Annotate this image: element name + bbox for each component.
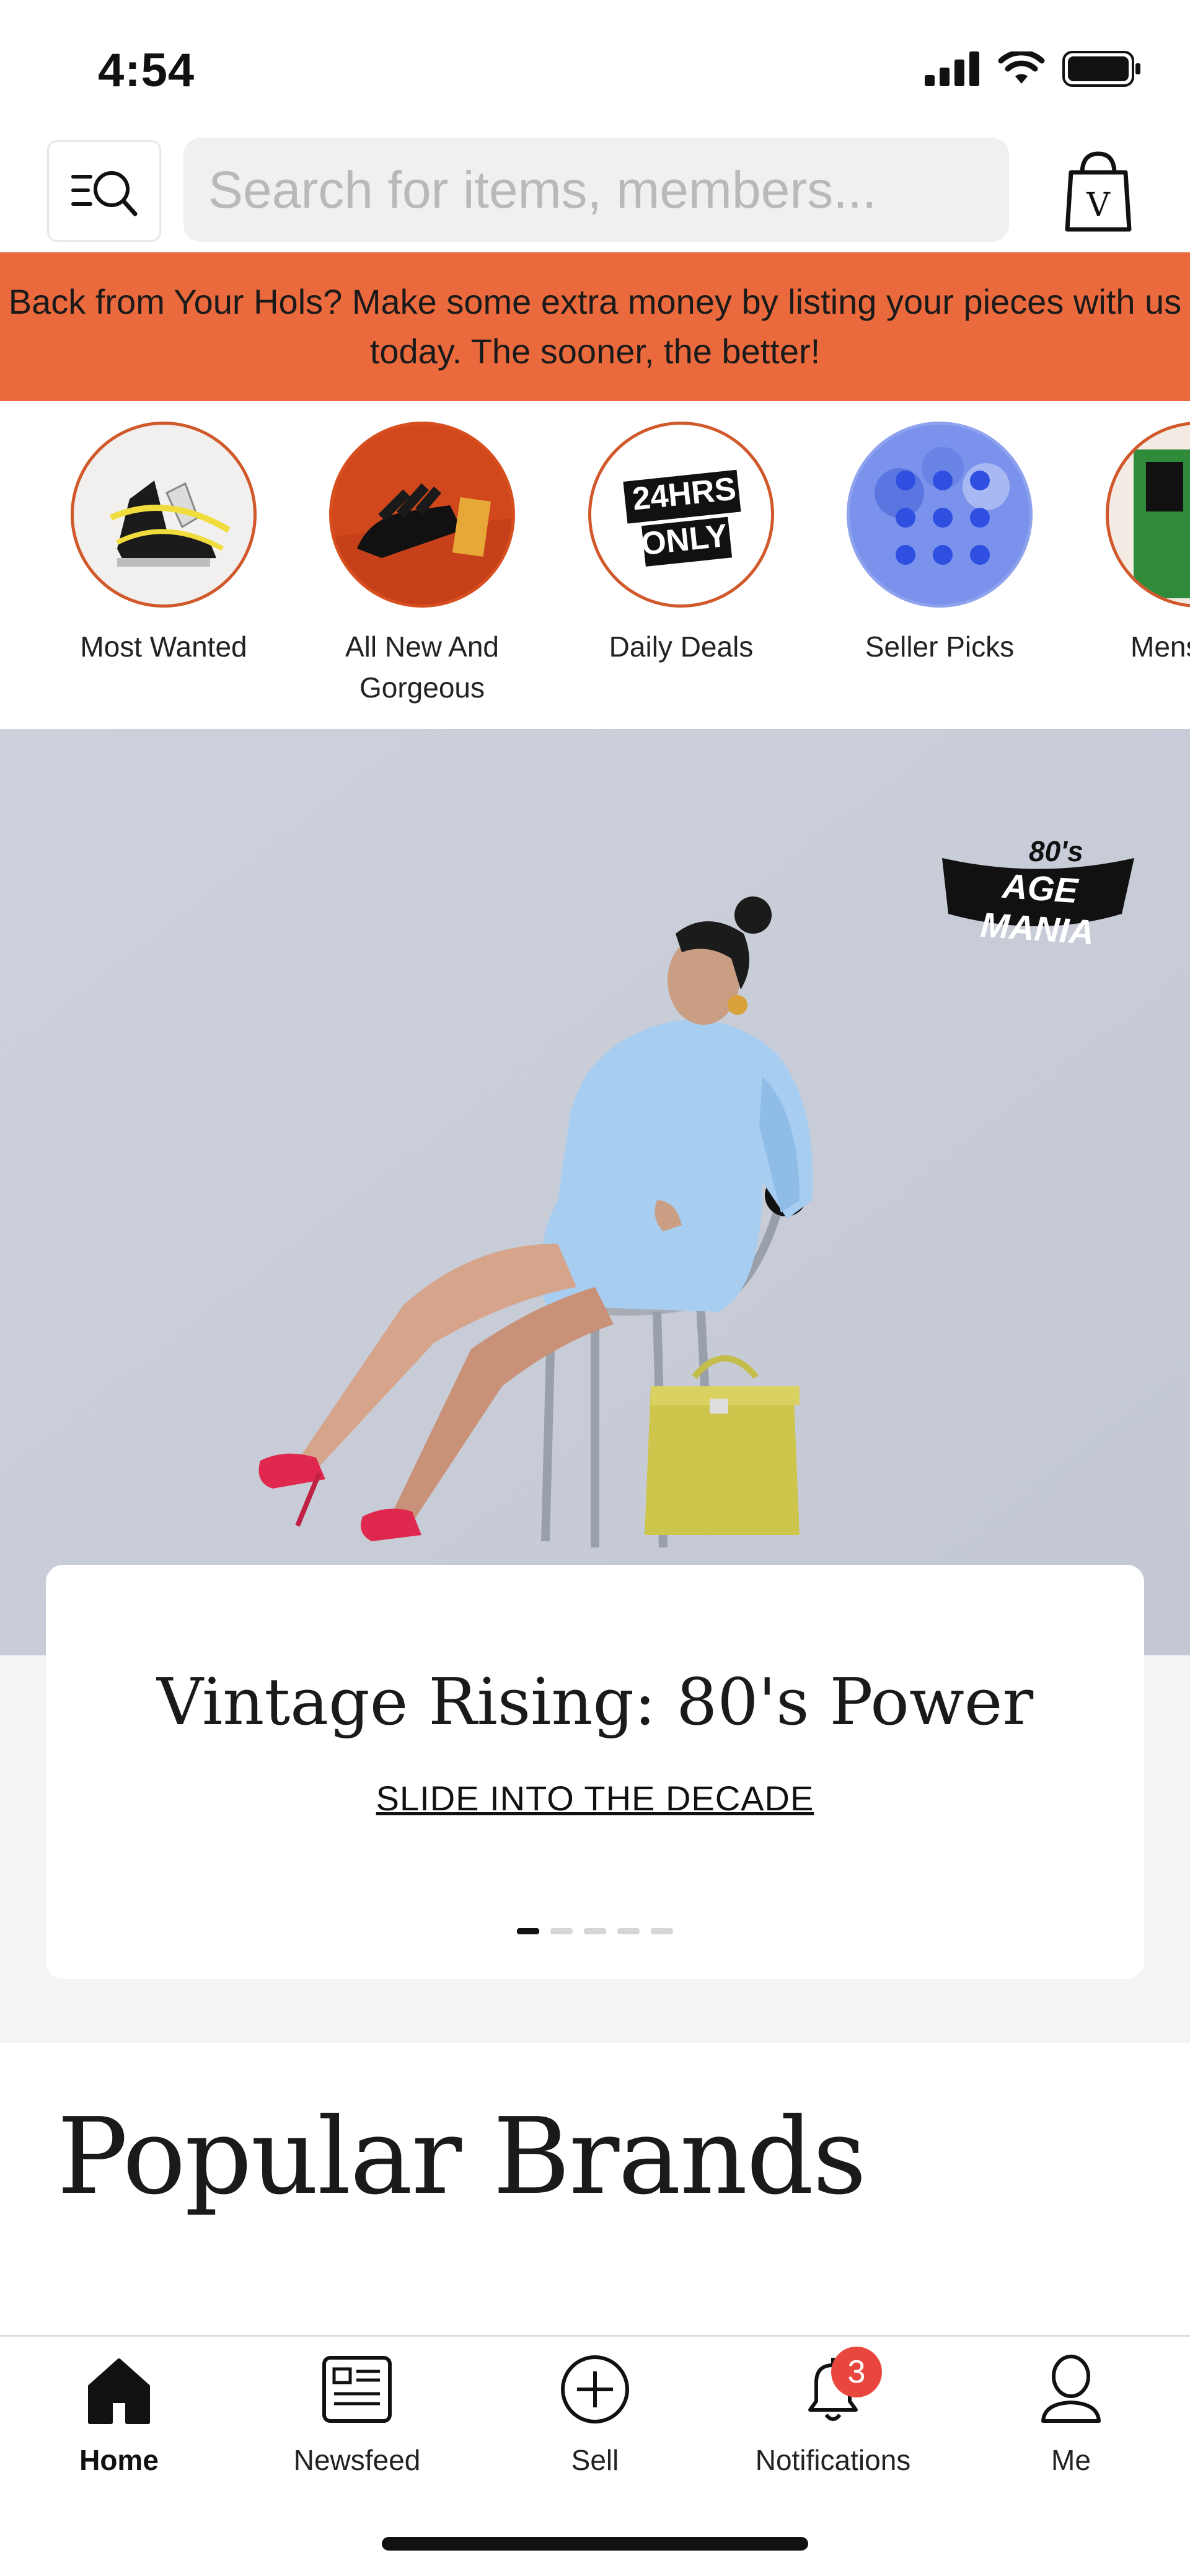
tab-label: Me: [1051, 2444, 1091, 2476]
tab-notifications[interactable]: 3 Notifications: [714, 2347, 952, 2477]
pagination-dot[interactable]: [517, 1928, 539, 1934]
category-mens[interactable]: Mens: [1087, 422, 1190, 667]
app-screen: 4:54 Search for items, members... V Back…: [0, 0, 1190, 2576]
hero-banner-image[interactable]: AGE MANIA 80's: [0, 729, 1190, 1655]
category-carousel[interactable]: Most Wanted All New And Gorgeous 24HRS O…: [0, 422, 1190, 713]
plus-circle-icon: [555, 2349, 635, 2430]
category-label: All New And Gorgeous: [345, 631, 499, 704]
cellular-signal-icon: [925, 51, 979, 86]
tab-me[interactable]: Me: [952, 2349, 1190, 2477]
category-label: Daily Deals: [609, 631, 754, 663]
person-icon: [1031, 2349, 1111, 2430]
bell-icon: 3: [793, 2347, 882, 2430]
tab-label: Sell: [571, 2444, 619, 2476]
svg-text:V: V: [1086, 187, 1111, 224]
pagination-dot[interactable]: [550, 1928, 573, 1934]
pagination-dot[interactable]: [617, 1928, 640, 1934]
category-all-new-and-gorgeous[interactable]: All New And Gorgeous: [311, 422, 534, 708]
category-image: [329, 422, 515, 608]
shopping-bag-button[interactable]: V: [1060, 150, 1137, 233]
status-icons: [925, 51, 1142, 87]
tab-label: Newsfeed: [293, 2444, 421, 2476]
status-bar: 4:54: [0, 0, 1190, 130]
hero-card[interactable]: Vintage Rising: 80's Power SLIDE INTO TH…: [46, 1565, 1144, 1979]
category-seller-picks[interactable]: Seller Picks: [828, 422, 1051, 667]
pagination-dot[interactable]: [584, 1928, 606, 1934]
wifi-icon: [998, 51, 1045, 84]
pagination-dot[interactable]: [651, 1928, 673, 1934]
shopping-bag-icon: V: [1065, 151, 1132, 232]
status-time: 4:54: [98, 44, 195, 97]
category-image: [847, 422, 1033, 608]
search-input[interactable]: [183, 138, 1009, 242]
newsfeed-icon: [317, 2349, 397, 2430]
category-label: Seller Picks: [865, 631, 1015, 663]
home-icon: [79, 2349, 159, 2430]
hero-logo-subtext: 80's: [1029, 835, 1083, 867]
hero-logo-text: AGE MANIA: [979, 865, 1096, 952]
category-most-wanted[interactable]: Most Wanted: [52, 422, 275, 667]
carousel-pagination[interactable]: [517, 1928, 673, 1934]
popular-brands-title: Popular Brands: [57, 2096, 866, 2218]
tab-newsfeed[interactable]: Newsfeed: [238, 2349, 476, 2477]
app-header: V: [0, 138, 1190, 243]
tab-home[interactable]: Home: [0, 2349, 238, 2477]
tab-label: Notifications: [755, 2444, 911, 2476]
menu-search-icon: [71, 171, 138, 216]
tab-sell[interactable]: Sell: [476, 2349, 714, 2477]
category-daily-deals[interactable]: 24HRS ONLY Daily Deals: [570, 422, 793, 667]
category-image: 24HRS ONLY: [588, 422, 774, 608]
category-image: [71, 422, 257, 608]
category-image: [1106, 422, 1190, 608]
notification-badge: 3: [831, 2347, 882, 2397]
category-label: Most Wanted: [80, 631, 247, 663]
tab-label: Home: [79, 2444, 159, 2476]
hero-title: Vintage Rising: 80's Power: [156, 1664, 1034, 1740]
hero-link[interactable]: SLIDE INTO THE DECADE: [376, 1778, 814, 1818]
battery-icon: [1062, 51, 1140, 87]
menu-search-button[interactable]: [47, 140, 161, 242]
home-indicator[interactable]: [382, 2537, 808, 2551]
category-label: Mens: [1130, 631, 1190, 663]
promo-banner-text: Back from Your Hols? Make some extra mon…: [8, 282, 1182, 371]
hero-logo: AGE MANIA 80's: [942, 833, 1134, 952]
promo-banner[interactable]: Back from Your Hols? Make some extra mon…: [0, 252, 1190, 401]
